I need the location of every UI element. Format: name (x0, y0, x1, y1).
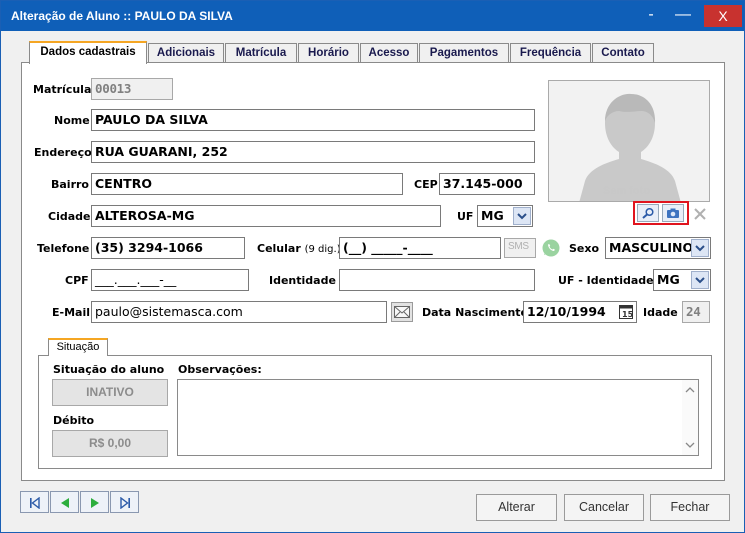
tab-dados-cadastrais[interactable]: Dados cadastrais (29, 41, 147, 64)
last-icon (120, 497, 130, 509)
nome-field[interactable]: PAULO DA SILVA (91, 109, 535, 131)
calendar-icon[interactable]: 15 (619, 305, 633, 319)
first-record-button[interactable] (20, 491, 49, 513)
tab-adicionais[interactable]: Adicionais (148, 43, 224, 63)
send-email-button[interactable] (391, 302, 413, 322)
data-nascimento-value: 12/10/1994 (527, 304, 606, 319)
cep-label: CEP (414, 178, 438, 191)
window-title: Alteração de Aluno :: PAULO DA SILVA (11, 9, 233, 23)
observacoes-scrollbar[interactable] (682, 380, 698, 455)
telefone-field[interactable]: (35) 3294-1066 (91, 237, 245, 259)
maximize-button[interactable]: — (665, 1, 701, 29)
previous-icon (61, 498, 69, 508)
alterar-button[interactable]: Alterar (476, 494, 557, 521)
whatsapp-icon[interactable] (541, 238, 561, 258)
dialog-window: Alteração de Aluno :: PAULO DA SILVA - —… (0, 0, 745, 533)
previous-record-button[interactable] (50, 491, 79, 513)
identidade-label: Identidade (269, 274, 336, 287)
cpf-label: CPF (65, 274, 89, 287)
email-field[interactable]: paulo@sistemasca.com (91, 301, 387, 323)
observacoes-textarea[interactable] (177, 379, 699, 456)
photo-caption: Sem foto (603, 185, 651, 197)
situacao-status: INATIVO (52, 379, 168, 406)
uf-label: UF (457, 210, 474, 223)
tab-matricula[interactable]: Matrícula (225, 43, 297, 63)
cidade-label: Cidade (48, 210, 91, 223)
tab-horario[interactable]: Horário (298, 43, 359, 63)
minimize-button[interactable]: - (637, 1, 665, 29)
photo-frame: Sem foto (548, 80, 710, 202)
email-label: E-Mail (52, 306, 90, 319)
sexo-dropdown-arrow[interactable] (691, 239, 709, 257)
next-record-button[interactable] (80, 491, 109, 513)
tab-pagamentos[interactable]: Pagamentos (419, 43, 509, 63)
bairro-label: Bairro (51, 178, 89, 191)
identidade-field[interactable] (339, 269, 535, 291)
chevron-down-icon (695, 245, 705, 252)
data-nascimento-label: Data Nascimento (422, 306, 529, 319)
endereco-label: Endereço (34, 146, 92, 159)
first-icon (30, 497, 40, 509)
cpf-field[interactable]: ___.___.___-__ (91, 269, 249, 291)
nome-label: Nome (54, 114, 90, 127)
celular-label-text: Celular (257, 242, 301, 255)
title-bar: Alteração de Aluno :: PAULO DA SILVA - —… (1, 1, 744, 31)
sexo-label: Sexo (569, 242, 600, 255)
chevron-down-icon[interactable] (685, 441, 695, 449)
chevron-down-icon (695, 277, 705, 284)
debito-label: Débito (53, 414, 95, 427)
cancelar-button[interactable]: Cancelar (564, 494, 644, 521)
cidade-field[interactable]: ALTEROSA-MG (91, 205, 441, 227)
debito-value: R$ 0,00 (52, 430, 168, 457)
uf-identidade-value: MG (657, 272, 680, 287)
next-icon (91, 498, 99, 508)
tab-frequencia[interactable]: Frequência (510, 43, 591, 63)
fechar-button[interactable]: Fechar (650, 494, 730, 521)
chevron-up-icon[interactable] (685, 386, 695, 394)
uf-select[interactable]: MG (477, 205, 533, 227)
matricula-label: Matrícula (33, 83, 92, 96)
envelope-icon (394, 306, 410, 318)
situacao-aluno-label: Situação do aluno (53, 363, 165, 376)
bairro-field[interactable]: CENTRO (91, 173, 403, 195)
chevron-down-icon (517, 213, 527, 220)
endereco-field[interactable]: RUA GUARANI, 252 (91, 141, 535, 163)
remove-photo-icon[interactable] (694, 208, 706, 220)
avatar-placeholder-icon (579, 93, 681, 201)
uf-identidade-dropdown-arrow[interactable] (691, 271, 709, 289)
uf-dropdown-arrow[interactable] (513, 207, 531, 225)
observacoes-label: Observações: (178, 363, 262, 376)
last-record-button[interactable] (110, 491, 139, 513)
celular-hint: (9 dig.) (304, 244, 341, 255)
cep-field[interactable]: 37.145-000 (439, 173, 535, 195)
svg-text:15: 15 (622, 310, 633, 319)
tab-acesso[interactable]: Acesso (360, 43, 418, 63)
uf-identidade-label: UF - Identidade (558, 274, 654, 287)
sexo-select[interactable]: MASCULINO (605, 237, 711, 259)
sexo-value: MASCULINO (609, 240, 694, 255)
close-button[interactable]: X (704, 5, 742, 27)
uf-identidade-select[interactable]: MG (653, 269, 711, 291)
telefone-label: Telefone (37, 242, 90, 255)
idade-field: 24 (682, 301, 710, 323)
sms-button[interactable]: SMS (504, 238, 536, 258)
matricula-field: 00013 (91, 78, 173, 100)
photo-buttons-highlight (633, 201, 689, 225)
uf-value: MG (481, 208, 504, 223)
data-nascimento-field[interactable]: 12/10/1994 15 (523, 301, 637, 323)
celular-field[interactable]: (__) _____-____ (339, 237, 501, 259)
idade-label: Idade (643, 306, 678, 319)
celular-label: Celular (9 dig.) (257, 242, 341, 255)
situacao-tab[interactable]: Situação (48, 338, 108, 356)
tab-contato[interactable]: Contato (592, 43, 654, 63)
